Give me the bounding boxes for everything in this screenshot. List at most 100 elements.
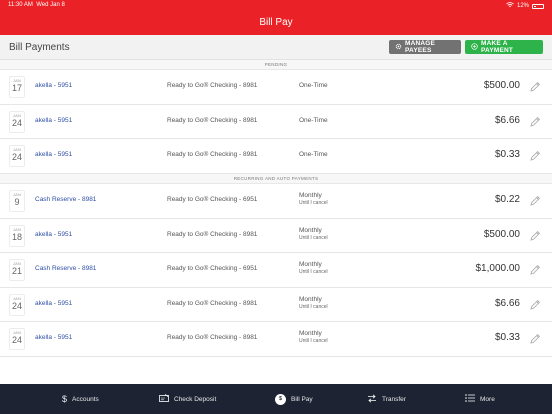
frequency-label: One-Time — [299, 116, 328, 124]
pencil-icon[interactable] — [529, 229, 541, 241]
manage-payees-button[interactable]: MANAGE PAYEES — [389, 40, 461, 54]
bill-payments-header: Bill Payments MANAGE PAYEES MAKE A PAYME… — [0, 35, 552, 60]
more-icon — [465, 394, 475, 404]
frequency: One-Time — [299, 151, 328, 158]
payment-amount: $0.33 — [494, 332, 520, 343]
from-account: Ready to Go® Checking - 8981 — [167, 299, 258, 307]
pencil-icon[interactable] — [529, 149, 541, 161]
date-badge: JAN 18 — [9, 224, 25, 247]
tab-transfer-label: Transfer — [382, 395, 406, 403]
frequency: One-Time — [299, 117, 328, 124]
payment-row[interactable]: JAN 17 akella - 5951 Ready to Go® Checking … — [0, 70, 552, 105]
date-badge: JAN 9 — [9, 190, 25, 212]
frequency-label: Monthly — [299, 226, 322, 234]
payee-link[interactable]: akella - 5951 — [35, 300, 72, 307]
pencil-icon[interactable] — [529, 298, 541, 310]
tab-check-deposit-label: Check Deposit — [174, 395, 217, 403]
tab-bill-pay-label: Bill Pay — [291, 395, 313, 403]
date-badge: JAN 21 — [9, 259, 25, 281]
date-day: 24 — [11, 335, 22, 345]
payment-row[interactable]: JAN 24 akella - 5951 Ready to Go® Checking … — [0, 139, 552, 174]
payment-amount: $500.00 — [483, 228, 520, 240]
date-day: 17 — [11, 83, 22, 93]
gear-icon — [395, 43, 402, 52]
payee-link[interactable]: akella - 5951 — [35, 334, 72, 341]
pencil-icon[interactable] — [529, 194, 541, 206]
transfer-icon — [367, 393, 377, 405]
until-label: Until I cancel — [299, 303, 328, 310]
payment-row[interactable]: JAN 24 akella - 5951 Ready to Go® Checking … — [0, 104, 552, 139]
pending-section-header: PENDING — [0, 60, 552, 70]
from-account: Ready to Go® Checking - 6951 — [167, 265, 258, 272]
frequency: Monthly Until I cancel — [299, 261, 328, 275]
frequency-label: Monthly — [299, 295, 322, 303]
until-label: Until I cancel — [299, 269, 328, 275]
payee-link[interactable]: akella - 5951 — [35, 231, 72, 238]
frequency-label: Monthly — [299, 330, 322, 337]
tab-bar: $ Accounts Check Deposit $ Bill Pay Tran… — [0, 384, 552, 414]
date-badge: JAN 17 — [9, 76, 25, 98]
until-label: Until I cancel — [299, 200, 328, 206]
frequency-label: One-Time — [299, 82, 328, 89]
frequency: One-Time — [299, 82, 328, 89]
payment-amount: $6.66 — [494, 114, 520, 126]
pencil-icon[interactable] — [529, 80, 541, 92]
frequency: Monthly Until I cancel — [299, 227, 328, 241]
status-right: 12% — [506, 2, 544, 10]
status-time: 11:30 AM Wed Jan 8 — [8, 2, 65, 8]
plus-circle-icon — [471, 42, 478, 52]
tab-more[interactable]: More — [465, 384, 495, 414]
page-title: Bill Pay — [259, 17, 293, 28]
date-day: 24 — [11, 300, 22, 311]
until-label: Until I cancel — [299, 234, 328, 241]
payee-link[interactable]: akella - 5951 — [35, 82, 72, 89]
until-label: Until I cancel — [299, 338, 328, 344]
from-account: Ready to Go® Checking - 8981 — [167, 230, 258, 238]
tab-transfer[interactable]: Transfer — [367, 384, 406, 414]
date-badge: JAN 24 — [9, 328, 25, 350]
recurring-section-header: RECURRING AND AUTO PAYMENTS — [0, 174, 552, 184]
payment-row[interactable]: JAN 21 Cash Reserve - 8981 Ready to Go® Che… — [0, 253, 552, 288]
frequency: Monthly Until I cancel — [299, 330, 328, 344]
payment-row[interactable]: JAN 24 akella - 5951 Ready to Go® Checking … — [0, 287, 552, 322]
payment-amount: $0.22 — [494, 194, 520, 205]
pencil-icon[interactable] — [529, 263, 541, 275]
tab-more-label: More — [480, 395, 495, 403]
payee-link[interactable]: akella - 5951 — [35, 151, 72, 158]
from-account: Ready to Go® Checking - 8981 — [167, 151, 258, 158]
payment-row[interactable]: JAN 9 Cash Reserve - 8981 Ready to Go® Chec… — [0, 184, 552, 219]
payment-amount: $1,000.00 — [475, 263, 521, 274]
check-deposit-icon — [159, 394, 169, 404]
date-day: 24 — [11, 117, 22, 128]
payee-link[interactable]: Cash Reserve - 8981 — [35, 265, 96, 272]
payment-amount: $0.33 — [494, 149, 520, 160]
payee-link[interactable]: Cash Reserve - 8981 — [35, 196, 96, 203]
date-badge: JAN 24 — [9, 293, 25, 316]
payment-amount: $500.00 — [483, 80, 520, 91]
tab-accounts-label: Accounts — [72, 395, 99, 403]
battery-icon — [532, 3, 544, 9]
dollar-icon: $ — [62, 394, 68, 404]
pencil-icon[interactable] — [529, 115, 541, 127]
payment-row[interactable]: JAN 18 akella - 5951 Ready to Go® Checking … — [0, 218, 552, 253]
manage-payees-label: MANAGE PAYEES — [405, 40, 436, 54]
from-account: Ready to Go® Checking - 8981 — [167, 116, 258, 124]
date-badge: JAN 24 — [9, 110, 25, 133]
from-account: Ready to Go® Checking - 8981 — [167, 334, 258, 341]
battery-percent: 12% — [516, 3, 529, 9]
payment-row[interactable]: JAN 24 akella - 5951 Ready to Go® Checking … — [0, 322, 552, 357]
date-day: 24 — [11, 152, 22, 162]
pencil-icon[interactable] — [529, 332, 541, 344]
frequency-label: Monthly — [299, 261, 322, 268]
make-payment-label: MAKE A PAYMENT — [481, 40, 514, 54]
tab-accounts[interactable]: $ Accounts — [62, 384, 99, 414]
section-title: Bill Payments — [9, 42, 70, 53]
tab-bill-pay[interactable]: $ Bill Pay — [275, 384, 313, 414]
date-badge: JAN 24 — [9, 145, 25, 167]
tab-check-deposit[interactable]: Check Deposit — [159, 384, 216, 414]
make-payment-button[interactable]: MAKE A PAYMENT — [465, 40, 543, 54]
from-account: Ready to Go® Checking - 8981 — [167, 82, 258, 89]
payee-link[interactable]: akella - 5951 — [35, 117, 72, 124]
payment-amount: $6.66 — [494, 297, 520, 309]
app-header: 11:30 AM Wed Jan 8 12% Bill Pay — [0, 0, 552, 35]
